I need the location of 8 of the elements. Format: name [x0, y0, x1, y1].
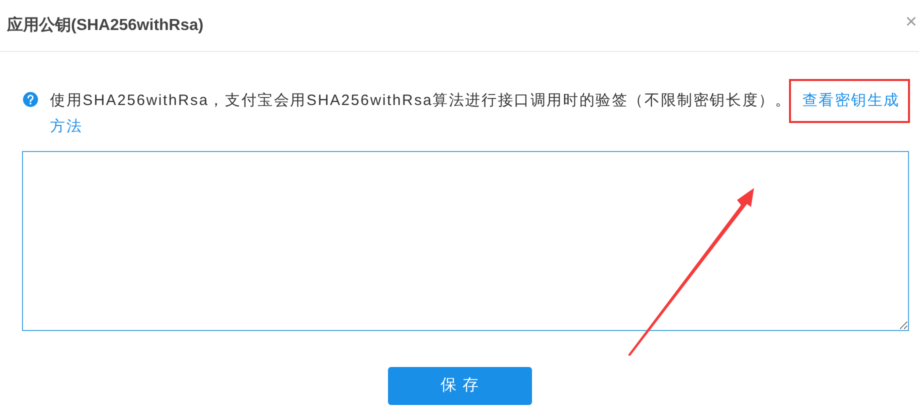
- notice-text: 使用SHA256withRsa，支付宝会用SHA256withRsa算法进行接口调用时的验签（不限制密钥长度）。: [50, 91, 792, 111]
- key-generation-link[interactable]: 查看密钥生成: [802, 92, 900, 109]
- key-generation-link[interactable]: 方法: [50, 114, 83, 140]
- public-key-input[interactable]: [22, 151, 909, 331]
- close-button[interactable]: ×: [905, 12, 917, 32]
- dialog-title: 应用公钥(SHA256withRsa): [7, 15, 204, 36]
- help-icon: [23, 92, 38, 107]
- save-button[interactable]: 保存: [388, 367, 532, 405]
